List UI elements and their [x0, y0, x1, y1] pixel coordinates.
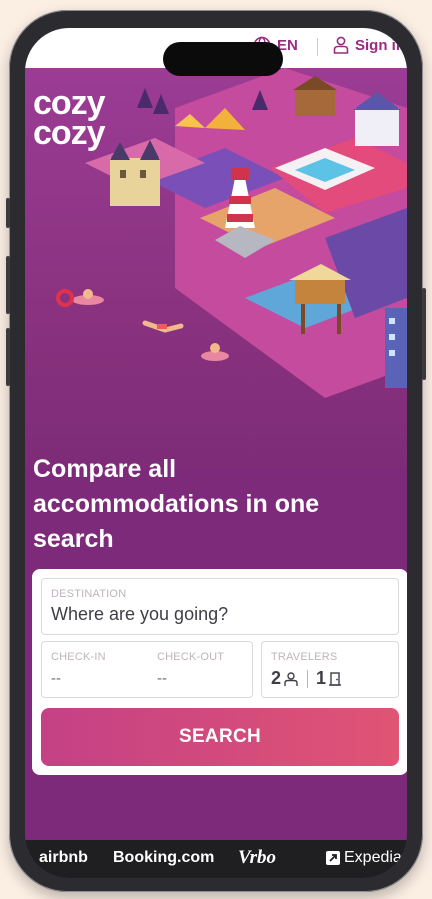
partner-expedia-label: Expedia	[344, 849, 402, 866]
partner-divider-mark: \	[27, 849, 32, 866]
logo-line-2: cozy	[33, 114, 106, 152]
phone-volume-down	[6, 328, 10, 386]
sign-in-link[interactable]: Sign in	[333, 36, 405, 54]
hero-headline: Compare all accommodations in one search	[33, 455, 320, 553]
destination-label: DESTINATION	[51, 588, 127, 600]
dynamic-island	[163, 42, 283, 76]
sign-in-label: Sign in	[355, 36, 405, 54]
partner-airbnb: airbnb	[39, 849, 88, 866]
destination-input[interactable]: Where are you going?	[51, 604, 228, 625]
partner-logos-strip: \ airbnb Booking.com Vrbo Expedia	[25, 840, 407, 878]
checkout-label: CHECK-OUT	[157, 651, 225, 663]
adults-count: 2	[271, 668, 282, 688]
partner-booking: Booking.com	[113, 849, 215, 866]
person-icon	[284, 671, 298, 686]
rooms-count: 1	[316, 668, 327, 688]
checkin-value[interactable]: --	[51, 670, 61, 687]
phone-power-button	[422, 288, 426, 380]
checkin-label: CHECK-IN	[51, 651, 106, 663]
travelers-label: TRAVELERS	[271, 651, 338, 663]
phone-volume-up	[6, 256, 10, 314]
checkout-value[interactable]: --	[157, 670, 167, 687]
travelers-field[interactable]: TRAVELERS 2 1	[261, 641, 399, 698]
partner-expedia: Expedia	[326, 849, 402, 867]
travelers-summary: 2 1	[271, 668, 342, 689]
door-icon	[329, 671, 342, 686]
cozycozy-logo[interactable]: cozy cozy	[33, 86, 106, 152]
expedia-icon	[326, 851, 340, 865]
partner-vrbo: Vrbo	[238, 847, 277, 868]
phone-mute-switch	[6, 198, 10, 228]
dates-field[interactable]: CHECK-IN -- CHECK-OUT --	[41, 641, 253, 698]
header-divider	[317, 38, 318, 56]
destination-field[interactable]: DESTINATION Where are you going?	[41, 578, 399, 635]
app-screen: cozy cozy EN Sign in Compare all accommo…	[25, 28, 407, 878]
search-button[interactable]: SEARCH	[41, 708, 399, 766]
search-card: DESTINATION Where are you going? CHECK-I…	[32, 569, 407, 775]
travelers-divider	[307, 669, 309, 688]
user-icon	[333, 36, 349, 54]
